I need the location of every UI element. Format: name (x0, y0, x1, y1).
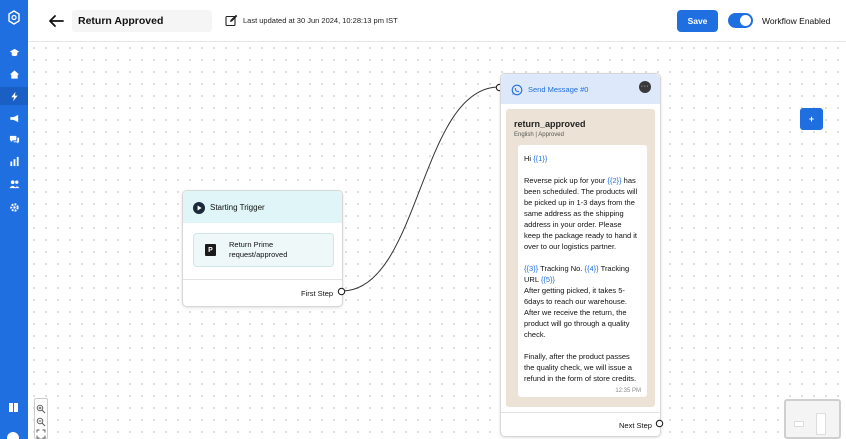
megaphone-icon[interactable] (0, 110, 28, 126)
tracking-text-c: URL (524, 275, 541, 284)
pickup-paragraph: Reverse pick up for your {{2}} has been s… (524, 175, 643, 252)
variable-4: {{4}} (584, 264, 599, 273)
workflow-title: Return Approved (78, 15, 164, 27)
tracking-paragraph: {{3}} Tracking No. {{4}} Tracking URL {{5… (524, 263, 643, 340)
workflow-enabled-label: Workflow Enabled (762, 16, 831, 26)
zoom-controls (34, 398, 48, 439)
zoom-in-icon[interactable] (36, 404, 46, 414)
template-meta: English | Approved (514, 132, 564, 138)
pickup-text-b3: be picked up in 1-3 days from the (524, 198, 635, 207)
message-title: Send Message #0 (528, 85, 589, 94)
tracking-text-a: Tracking No. (538, 264, 585, 273)
variable-5: {{5}} (540, 275, 556, 284)
users-icon[interactable] (0, 176, 28, 192)
workflow-enabled-toggle[interactable] (728, 13, 753, 28)
pickup-text-b7: over to our logistics partner. (524, 242, 617, 251)
whatsapp-icon (511, 83, 523, 96)
bar-chart-icon[interactable] (0, 153, 28, 169)
trigger-node[interactable]: Starting Trigger P Return Prime request/… (182, 190, 343, 307)
variable-2: {{2}} (607, 176, 622, 185)
add-node-button[interactable]: + (800, 108, 823, 130)
edit-icon[interactable] (225, 14, 238, 27)
pickup-text-b1: has (621, 176, 636, 185)
book-icon[interactable] (8, 400, 19, 412)
tracking-text-d5: check. (524, 330, 546, 339)
pickup-text-b4: same address as the shipping (524, 209, 624, 218)
next-step-label: Next Step (619, 421, 652, 430)
workflow-canvas[interactable] (28, 42, 846, 439)
toggle-knob (740, 15, 751, 26)
template-preview: return_approved English | Approved Hi {{… (506, 109, 655, 407)
avatar[interactable] (5, 430, 21, 439)
tracking-text-d4: product will go through a quality (524, 319, 630, 328)
greeting-line: Hi {{1}} (524, 153, 643, 164)
header: Return Approved Last updated at 30 Jun 2… (28, 0, 846, 42)
graduation-icon[interactable] (0, 44, 28, 60)
minimap[interactable] (784, 399, 841, 439)
refund-text-3: refund in the form of store credits. (524, 374, 637, 383)
return-prime-logo: P (205, 244, 216, 256)
trigger-title: Starting Trigger (210, 203, 265, 212)
message-bubble: Hi {{1}} Reverse pick up for your {{2}} … (518, 145, 647, 397)
send-message-node[interactable]: Send Message #0 ··· return_approved Engl… (500, 73, 661, 437)
trigger-header: Starting Trigger (183, 191, 342, 223)
first-step-label: First Step (301, 289, 334, 298)
sidebar (0, 0, 28, 439)
trigger-event-line2: request/approved (229, 250, 288, 259)
tracking-text-d1: After getting picked, it takes 5- (524, 286, 625, 295)
variable-1: {{1}} (533, 154, 548, 163)
first-step-handle[interactable] (337, 287, 346, 296)
trigger-event-label: Return Prime request/approved (229, 240, 329, 260)
refund-text-1: Finally, after the product passes (524, 352, 630, 361)
message-header: Send Message #0 ··· (501, 74, 660, 104)
message-timestamp: 12:35 PM (615, 388, 641, 394)
last-updated-text: Last updated at 30 Jun 2024, 10:28:13 pm… (243, 16, 398, 25)
gear-icon[interactable] (0, 199, 28, 215)
play-icon (193, 201, 205, 214)
trigger-event-line1: Return Prime (229, 240, 274, 249)
divider (501, 412, 660, 413)
tracking-text-d2: 6days to reach our warehouse. (524, 297, 627, 306)
trigger-event-card[interactable]: P Return Prime request/approved (193, 233, 334, 267)
chat-icon[interactable] (0, 131, 28, 147)
zoom-out-icon[interactable] (36, 417, 46, 427)
home-icon[interactable] (0, 66, 28, 82)
pickup-text-b5: address in your order. Please (524, 220, 622, 229)
tracking-text-d3: After we receive the return, the (524, 308, 627, 317)
pickup-text-b6: keep the package ready to hand it (524, 231, 637, 240)
minimap-node (816, 413, 826, 435)
next-step-handle[interactable] (655, 419, 664, 428)
lightning-icon[interactable] (0, 87, 28, 105)
save-button[interactable]: Save (677, 10, 718, 32)
divider (183, 279, 342, 280)
refund-paragraph: Finally, after the product passes the qua… (524, 351, 643, 384)
pickup-text-b2: been scheduled. The products will (524, 187, 638, 196)
pickup-text-a: Reverse pick up for your (524, 176, 608, 185)
more-options-icon[interactable]: ··· (639, 81, 651, 93)
greeting-text: Hi (524, 154, 534, 163)
logo-icon[interactable] (0, 8, 28, 28)
minimap-node (794, 421, 804, 427)
back-arrow-icon[interactable] (46, 11, 66, 31)
workflow-title-input[interactable]: Return Approved (72, 10, 212, 32)
tracking-text-b: Tracking (598, 264, 630, 273)
fit-view-icon[interactable] (36, 429, 46, 439)
refund-text-2: the quality check, we will issue a (524, 363, 632, 372)
template-name: return_approved (514, 119, 586, 129)
variable-3: {{3}} (524, 264, 539, 273)
